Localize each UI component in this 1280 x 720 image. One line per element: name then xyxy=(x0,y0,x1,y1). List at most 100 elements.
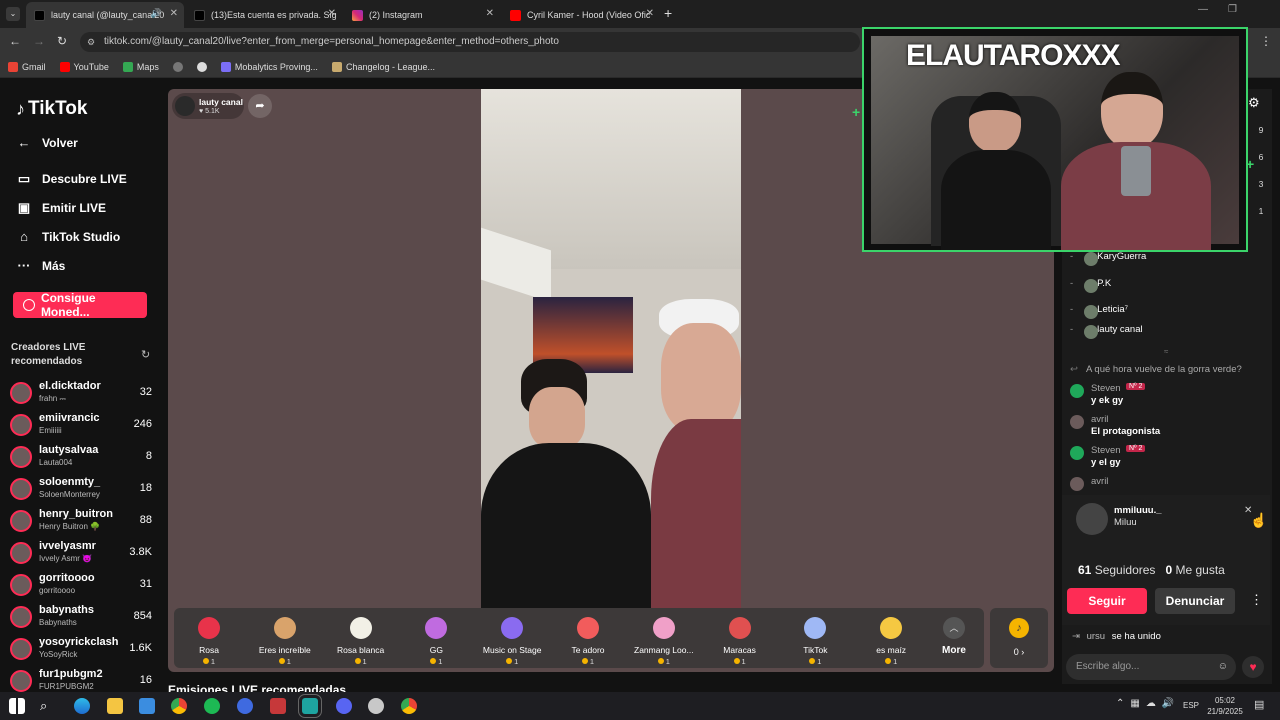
chat-avatar[interactable] xyxy=(1070,477,1084,491)
creator-item[interactable]: soloenmty_ SoloenMonterrey 18 xyxy=(10,476,152,506)
system-tray-icons[interactable]: ⌃▦☁🔊 xyxy=(1116,698,1180,709)
viewer-item[interactable]: - Leticia⁷ xyxy=(1070,304,1128,319)
nav-volver[interactable]: ← Volver xyxy=(16,136,78,151)
windows-start-icon[interactable] xyxy=(9,698,25,714)
creator-item[interactable]: yosoyrickclash YoSoyRick 1.6K xyxy=(10,636,152,666)
close-tab-icon[interactable]: ✕ xyxy=(486,8,494,19)
card-more-icon[interactable]: ⋮ xyxy=(1250,592,1263,608)
chrome-icon[interactable] xyxy=(171,698,187,714)
file-explorer-icon[interactable] xyxy=(107,698,123,714)
viewer-item[interactable]: - lauty canal xyxy=(1070,324,1143,339)
chat-user[interactable]: avril xyxy=(1091,476,1108,487)
discord-icon[interactable] xyxy=(336,698,352,714)
nav-emitir-live[interactable]: ▣ Emitir LIVE xyxy=(16,201,106,216)
gift-item[interactable]: Te adoro 1 xyxy=(550,613,626,666)
more-gifts-button[interactable]: ︿ More xyxy=(922,613,986,656)
refresh-icon[interactable]: ↻ xyxy=(141,348,150,361)
chat-avatar[interactable] xyxy=(1070,384,1084,398)
bookmark-youtube[interactable]: YouTube xyxy=(59,61,109,72)
creator-item[interactable]: lautysalvaa Lauta004 8 xyxy=(10,444,152,474)
creator-item[interactable]: ivvelyasmr Ivvely Asmr 😈 3.8K xyxy=(10,540,152,570)
chrome-profile-icon[interactable] xyxy=(401,698,417,714)
comment-input[interactable]: Escribe algo... ☺ xyxy=(1066,654,1236,680)
picture-in-picture-window[interactable]: ELAUTAROXXX xyxy=(862,27,1248,252)
bookmark-github[interactable] xyxy=(196,61,207,72)
site-info-icon[interactable]: ⚙ xyxy=(87,32,95,52)
viewer-item[interactable]: - P.K xyxy=(1070,278,1111,293)
follow-button[interactable]: Seguir xyxy=(1067,588,1147,614)
host-info[interactable]: lauty canal ♥ 5.1K xyxy=(172,93,244,119)
gift-item[interactable]: Eres increíble 1 xyxy=(247,613,323,666)
white-app-icon[interactable] xyxy=(368,698,384,714)
gift-item[interactable]: Rosa blanca 1 xyxy=(323,613,399,666)
language-indicator[interactable]: ESP xyxy=(1183,701,1199,710)
chat-avatar[interactable] xyxy=(1070,446,1084,460)
chat-user[interactable]: Steven xyxy=(1091,383,1121,394)
reward-box[interactable]: ♪ 0 › xyxy=(990,608,1048,668)
reload-icon[interactable]: ↻ xyxy=(57,34,67,48)
notification-icon[interactable]: ▤ xyxy=(1254,698,1264,711)
profile-avatar[interactable] xyxy=(1076,503,1108,535)
settings-gear-icon[interactable]: ⚙ xyxy=(1248,95,1260,111)
report-button[interactable]: Denunciar xyxy=(1155,588,1235,614)
restore-icon[interactable]: ❐ xyxy=(1228,4,1237,15)
close-tab-icon[interactable]: ✕ xyxy=(328,8,336,19)
pip-overlay-text: ELAUTAROXXX xyxy=(906,39,1120,72)
chat-avatar[interactable] xyxy=(1070,415,1084,429)
new-tab-icon[interactable]: + xyxy=(664,5,672,21)
viewer-item[interactable]: - KaryGuerra xyxy=(1070,251,1146,266)
chat-user[interactable]: Steven xyxy=(1091,445,1121,456)
get-coins-button[interactable]: Consigue Moned... xyxy=(13,291,147,319)
tab-youtube[interactable]: Cyril Kamer - Hood (Video Ofic ✕ xyxy=(502,2,660,28)
tab-tiktok-private[interactable]: (13)Esta cuenta es privada. Sig ✕ xyxy=(186,2,342,28)
creator-item[interactable]: el.dicktador frahn ⎓ 32 xyxy=(10,380,152,410)
gift-item[interactable]: Maracas 1 xyxy=(702,613,778,666)
close-tab-icon[interactable]: ✕ xyxy=(170,8,178,19)
red-app-icon[interactable] xyxy=(270,698,286,714)
tab-tiktok-live[interactable]: lauty canal (@lauty_canal20 🔊 ✕ xyxy=(26,2,184,28)
bookmark-changelog[interactable]: Changelog - League... xyxy=(331,61,435,72)
forward-icon[interactable]: → xyxy=(33,34,45,48)
clock[interactable]: 05:02 21/9/2025 xyxy=(1202,695,1248,717)
gift-item[interactable]: Zanmang Loo... 1 xyxy=(626,613,702,666)
bookmark-gmail[interactable]: Gmail xyxy=(8,61,46,72)
bookmark-maps[interactable]: Maps xyxy=(122,61,159,72)
live-video[interactable] xyxy=(481,89,741,608)
tiktok-logo[interactable]: ♪ TikTok xyxy=(16,98,87,120)
chat-user[interactable]: avril xyxy=(1091,414,1108,425)
taskbar-search-icon[interactable]: ⌕ xyxy=(40,698,56,714)
gift-item[interactable]: TikTok 1 xyxy=(777,613,853,666)
creator-avatar xyxy=(10,542,32,564)
back-icon[interactable]: ← xyxy=(9,34,21,48)
nav-tiktok-studio[interactable]: ⌂ TikTok Studio xyxy=(16,230,120,245)
edge-icon[interactable] xyxy=(74,698,90,714)
gift-item[interactable]: Rosa 1 xyxy=(171,613,247,666)
close-tab-icon[interactable]: ✕ xyxy=(646,8,654,19)
creator-item[interactable]: emiivrancic Emiiiiii 246 xyxy=(10,412,152,442)
minimize-icon[interactable]: — xyxy=(1198,4,1208,15)
creator-item[interactable]: gorritoooo gorritoooo 31 xyxy=(10,572,152,602)
spotify-icon[interactable] xyxy=(204,698,220,714)
nav-descubre-live[interactable]: ▭ Descubre LIVE xyxy=(16,172,127,187)
tab-instagram[interactable]: (2) Instagram ✕ xyxy=(344,2,500,28)
gift-item[interactable]: es maíz 1 xyxy=(853,613,929,666)
store-icon[interactable] xyxy=(139,698,155,714)
url-field[interactable]: ⚙ tiktok.com/@lauty_canal20/live?enter_f… xyxy=(80,32,860,52)
nav-mas[interactable]: ··· Más xyxy=(16,259,66,274)
share-icon[interactable]: ➦ xyxy=(248,94,272,118)
maps-icon xyxy=(122,61,133,72)
gift-item[interactable]: GG 1 xyxy=(398,613,474,666)
emoji-icon[interactable]: ☺ xyxy=(1218,654,1228,680)
bookmark-globe[interactable] xyxy=(172,61,183,72)
bookmark-mobalytics[interactable]: Mobalytics Proving... xyxy=(220,61,318,72)
gift-item[interactable]: Music on Stage 1 xyxy=(474,613,550,666)
send-heart-button[interactable]: ♥ xyxy=(1242,656,1264,678)
mobalytics-icon xyxy=(220,61,231,72)
kebab-menu-icon[interactable]: ⋮ xyxy=(1260,34,1272,48)
active-app-icon[interactable] xyxy=(298,694,322,718)
speaker-icon[interactable]: 🔊 xyxy=(151,8,162,19)
creator-item[interactable]: henry_buitron Henry Buitron 🌳 88 xyxy=(10,508,152,538)
blue-app-icon[interactable] xyxy=(237,698,253,714)
tab-search-icon[interactable]: ⌄ xyxy=(6,7,20,21)
creator-item[interactable]: babynaths Babynaths 854 xyxy=(10,604,152,634)
